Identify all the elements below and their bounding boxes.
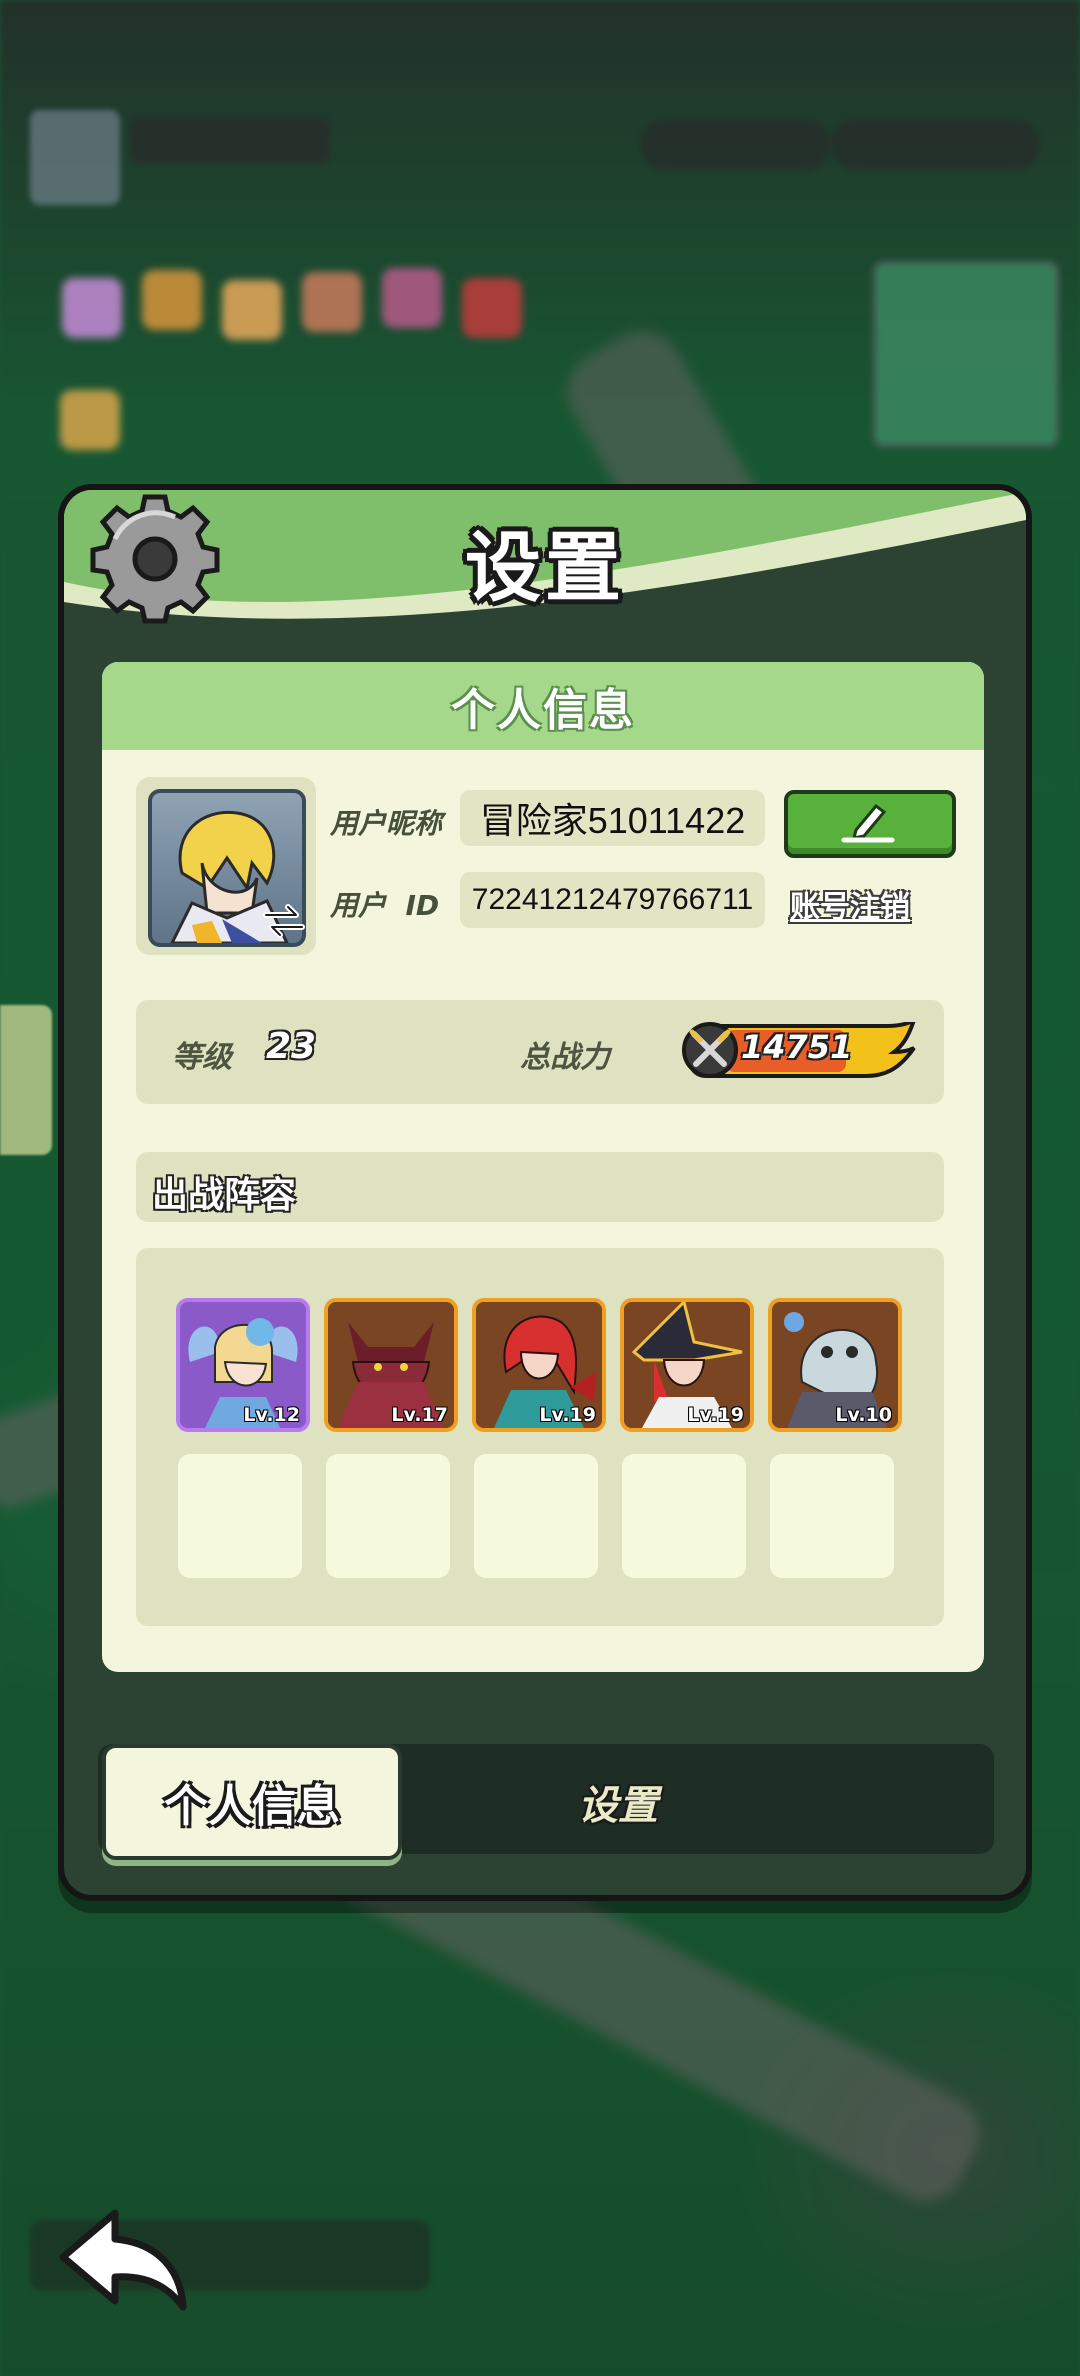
empty-hero-slot[interactable] <box>474 1454 598 1578</box>
hero-slot[interactable]: Lv.17 <box>324 1298 458 1432</box>
tab-personal-info[interactable]: 个人信息 <box>102 1744 402 1860</box>
panel-title: 设置 <box>465 523 625 612</box>
hero-slot[interactable]: Lv.19 <box>620 1298 754 1432</box>
tab-personal-info-label: 个人信息 <box>164 1781 340 1832</box>
avatar-frame[interactable] <box>136 777 316 955</box>
edit-pencil-icon <box>841 803 895 843</box>
nickname-field: 冒险家51011422 <box>460 790 765 846</box>
hero-slot[interactable]: Lv.12 <box>176 1298 310 1432</box>
nickname-label: 用户昵称 <box>330 807 443 840</box>
empty-hero-slot[interactable] <box>622 1454 746 1578</box>
hud-feature-icon <box>142 270 202 330</box>
hud-resource-gold <box>830 120 1040 170</box>
delete-account-link[interactable]: 账号注销 <box>790 882 910 926</box>
lineup-header: 出战阵容 <box>136 1152 944 1222</box>
hud-feature-icon <box>462 278 522 338</box>
card-title: 个人信息 <box>451 685 635 736</box>
tab-settings-label: 设置 <box>578 1783 658 1829</box>
hud-feature-icon <box>60 390 120 450</box>
hero-level: Lv.17 <box>391 1404 448 1426</box>
lineup-grid: Lv.12 Lv.17 Lv.19 Lv.19 Lv.10 <box>136 1248 944 1626</box>
empty-hero-slot[interactable] <box>178 1454 302 1578</box>
power-label: 总战力 <box>520 1040 610 1075</box>
power-value: 14751 <box>741 1028 853 1066</box>
level-label: 等级 <box>172 1040 232 1075</box>
empty-hero-slot[interactable] <box>770 1454 894 1578</box>
stats-row: 等级 23 总战力 14751 <box>136 1000 944 1104</box>
hud-feature-icon <box>222 280 282 340</box>
side-tab <box>0 1005 52 1155</box>
user-id-field: 72241212479766711 <box>460 872 765 928</box>
user-id-label: 用户 ID <box>330 889 440 922</box>
back-button[interactable] <box>55 2205 195 2315</box>
hero-slot[interactable]: Lv.19 <box>472 1298 606 1432</box>
hud-feature-icon <box>62 278 122 338</box>
back-arrow-icon <box>59 2209 187 2311</box>
hud-feature-icon <box>302 272 362 332</box>
hud-player-namebar <box>130 118 330 163</box>
minimap <box>872 260 1060 448</box>
tab-bar: 个人信息 设置 <box>98 1744 994 1860</box>
swap-arrows-icon[interactable] <box>262 901 306 941</box>
hud-feature-icon <box>382 268 442 328</box>
hero-level: Lv.10 <box>835 1404 892 1426</box>
edit-nickname-button[interactable] <box>784 790 956 858</box>
hero-level: Lv.19 <box>687 1404 744 1426</box>
tab-settings[interactable]: 设置 <box>518 1772 718 1832</box>
hero-level: Lv.12 <box>243 1404 300 1426</box>
hud-player-avatar <box>30 110 120 205</box>
empty-hero-slot[interactable] <box>326 1454 450 1578</box>
personal-info-card: 个人信息 用户昵称 冒险家51011422 用户 ID 722412124797… <box>102 662 984 1672</box>
hud-resource-gems <box>640 120 830 170</box>
lineup-title: 出战阵容 <box>152 1175 297 1216</box>
hero-level: Lv.19 <box>539 1404 596 1426</box>
card-header: 个人信息 <box>102 662 984 750</box>
hero-slot[interactable]: Lv.10 <box>768 1298 902 1432</box>
level-value: 23 <box>266 1026 317 1067</box>
settings-panel: 设置 个人信息 用户昵称 冒险家51011422 用户 ID 722412124… <box>58 484 1032 1901</box>
crossed-swords-icon <box>682 1022 738 1078</box>
